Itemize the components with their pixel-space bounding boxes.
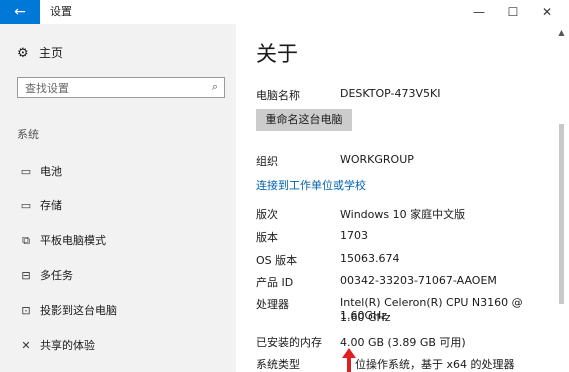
shared-experiences-icon: ✕: [21, 339, 31, 352]
projecting-icon: ⊡: [21, 304, 31, 317]
sidebar-item-battery[interactable]: ▭ 电池: [17, 162, 62, 182]
title-bar: ← 设置 — ☐ ✕: [0, 0, 569, 24]
scrollbar[interactable]: ▲: [554, 24, 569, 372]
product-id-label: 产品 ID: [256, 276, 294, 289]
ram-label: 已安装的内存: [256, 336, 322, 349]
sidebar-item-label: 电池: [40, 165, 62, 178]
version-value: 1703: [340, 229, 368, 242]
battery-icon: ▭: [20, 165, 32, 178]
sidebar-item-label: 投影到这台电脑: [40, 304, 117, 317]
sidebar-item-storage[interactable]: ▭ 存储: [17, 196, 62, 216]
close-button[interactable]: ✕: [532, 0, 562, 24]
edition-value: Windows 10 家庭中文版: [340, 208, 466, 221]
search-input[interactable]: 查找设置 ⌕: [17, 77, 225, 98]
edition-label: 版次: [256, 208, 278, 221]
processor-label: 处理器: [256, 298, 289, 311]
sidebar-item-tablet-mode[interactable]: ⧉ 平板电脑模式: [17, 231, 106, 251]
sidebar-item-label: 存储: [40, 199, 62, 212]
connect-work-school-link[interactable]: 连接到工作单位或学校: [256, 177, 366, 193]
sidebar-item-label: 共享的体验: [40, 339, 95, 352]
multitasking-icon: ⊟: [21, 269, 31, 282]
device-name-value: DESKTOP-473V5KI: [340, 87, 441, 100]
system-type-value: 位操作系统，基于 x64 的处理器: [355, 358, 515, 371]
page-title: 关于: [256, 42, 298, 66]
workgroup-label: 组织: [256, 155, 278, 168]
sidebar-item-label: 多任务: [40, 269, 73, 282]
rename-pc-button[interactable]: 重命名这台电脑: [256, 109, 352, 131]
os-build-label: OS 版本: [256, 254, 298, 267]
ram-value: 4.00 GB (3.89 GB 可用): [340, 336, 466, 349]
annotation-arrow-icon: [342, 348, 356, 372]
scroll-up-icon[interactable]: ▲: [554, 28, 569, 37]
window-title: 设置: [50, 5, 72, 18]
back-button[interactable]: ←: [0, 0, 40, 24]
tablet-mode-icon: ⧉: [22, 234, 30, 247]
home-label: 主页: [39, 46, 64, 60]
search-icon[interactable]: ⌕: [212, 80, 218, 94]
sidebar-item-shared-experiences[interactable]: ✕ 共享的体验: [17, 336, 95, 356]
maximize-button[interactable]: ☐: [498, 0, 528, 24]
version-label: 版本: [256, 231, 278, 244]
workgroup-value: WORKGROUP: [340, 153, 414, 166]
sidebar: ⚙ 主页 查找设置 ⌕ 系统 ▭ 电池 ▭ 存储 ⧉ 平板电脑模式 ⊟ 多任务 ⊡ 投影到这…: [0, 24, 236, 372]
gear-icon: ⚙: [17, 46, 29, 61]
storage-icon: ▭: [20, 199, 32, 212]
system-type-label: 系统类型: [256, 358, 300, 371]
processor-speed-value: 1.60 GHz: [340, 311, 391, 324]
device-name-label: 电脑名称: [256, 89, 300, 102]
search-placeholder: 查找设置: [25, 82, 69, 95]
section-label: 系统: [17, 128, 39, 141]
sidebar-item-home[interactable]: ⚙ 主页: [17, 44, 63, 61]
minimize-button[interactable]: —: [464, 0, 494, 24]
sidebar-item-projecting[interactable]: ⊡ 投影到这台电脑: [17, 301, 117, 321]
product-id-value: 00342-33203-71067-AAOEM: [340, 274, 497, 287]
about-page: 关于 电脑名称 DESKTOP-473V5KI 重命名这台电脑 组织 WORKG…: [236, 24, 556, 372]
scroll-thumb[interactable]: [559, 124, 564, 304]
sidebar-item-label: 平板电脑模式: [40, 234, 106, 247]
sidebar-item-multitasking[interactable]: ⊟ 多任务: [17, 266, 73, 286]
os-build-value: 15063.674: [340, 252, 400, 265]
